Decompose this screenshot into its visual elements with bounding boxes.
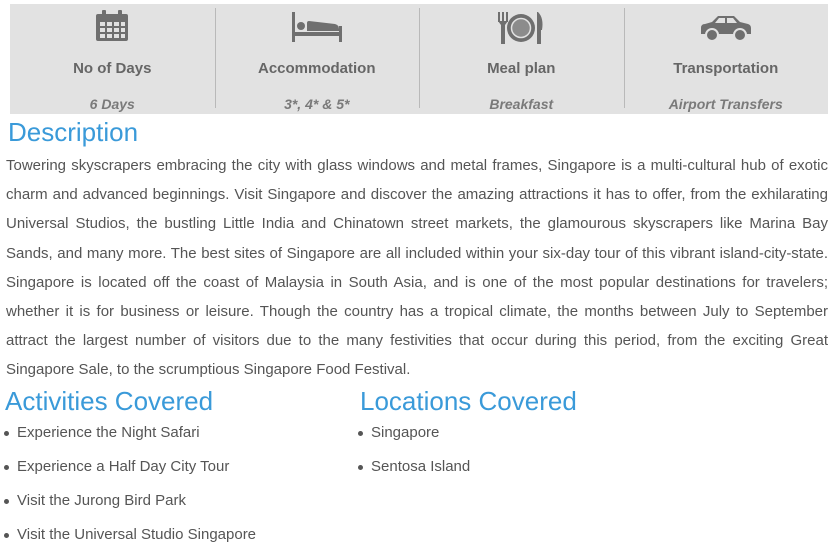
activities-heading: Activities Covered <box>5 386 214 416</box>
activity-label: Experience a Half Day City Tour <box>17 458 230 475</box>
info-accommodation: Accommodation 3*, 4* & 5* <box>214 4 420 114</box>
info-accommodation-label: Accommodation <box>257 60 376 77</box>
car-icon <box>700 16 751 42</box>
info-days-value: 6 Days <box>89 96 135 112</box>
bullet-icon <box>4 499 9 504</box>
meal-icon <box>498 12 543 44</box>
activity-label: Visit the Universal Studio Singapore <box>17 526 257 543</box>
list-item: Experience a Half Day City Tour <box>4 456 256 490</box>
locations-heading: Locations Covered <box>360 386 577 416</box>
bullet-icon <box>4 465 9 470</box>
info-meal-label: Meal plan <box>487 60 556 77</box>
trip-info-bar: No of Days 6 Days Accommodation 3*, 4* &… <box>10 4 828 114</box>
list-item: Experience the Night Safari <box>4 422 256 456</box>
calendar-icon <box>96 10 129 41</box>
list-item: Sentosa Island <box>358 456 470 490</box>
bullet-icon <box>358 465 363 470</box>
list-item: Visit the Jurong Bird Park <box>4 490 256 524</box>
list-item: Visit the Universal Studio Singapore <box>4 524 256 558</box>
info-meal-value: Breakfast <box>489 96 554 112</box>
activity-label: Experience the Night Safari <box>17 424 200 441</box>
info-transportation: Transportation Airport Transfers <box>623 4 829 114</box>
info-days: No of Days 6 Days <box>10 4 215 114</box>
bullet-icon <box>358 431 363 436</box>
description-heading: Description <box>8 117 139 147</box>
location-label: Sentosa Island <box>371 458 471 475</box>
description-text: Towering skyscrapers embracing the city … <box>6 157 828 379</box>
info-accommodation-value: 3*, 4* & 5* <box>284 96 350 112</box>
bed-icon <box>291 12 342 42</box>
info-transportation-value: Airport Transfers <box>668 96 783 112</box>
info-days-label: No of Days <box>73 60 152 77</box>
activities-list: Experience the Night Safari Experience a… <box>4 422 256 558</box>
location-label: Singapore <box>371 424 440 441</box>
info-meal: Meal plan Breakfast <box>419 4 624 114</box>
list-item: Singapore <box>358 422 470 456</box>
bullet-icon <box>4 533 9 538</box>
locations-list: Singapore Sentosa Island <box>358 422 470 490</box>
activity-label: Visit the Jurong Bird Park <box>17 492 186 509</box>
bullet-icon <box>4 431 9 436</box>
info-transportation-label: Transportation <box>673 60 779 77</box>
